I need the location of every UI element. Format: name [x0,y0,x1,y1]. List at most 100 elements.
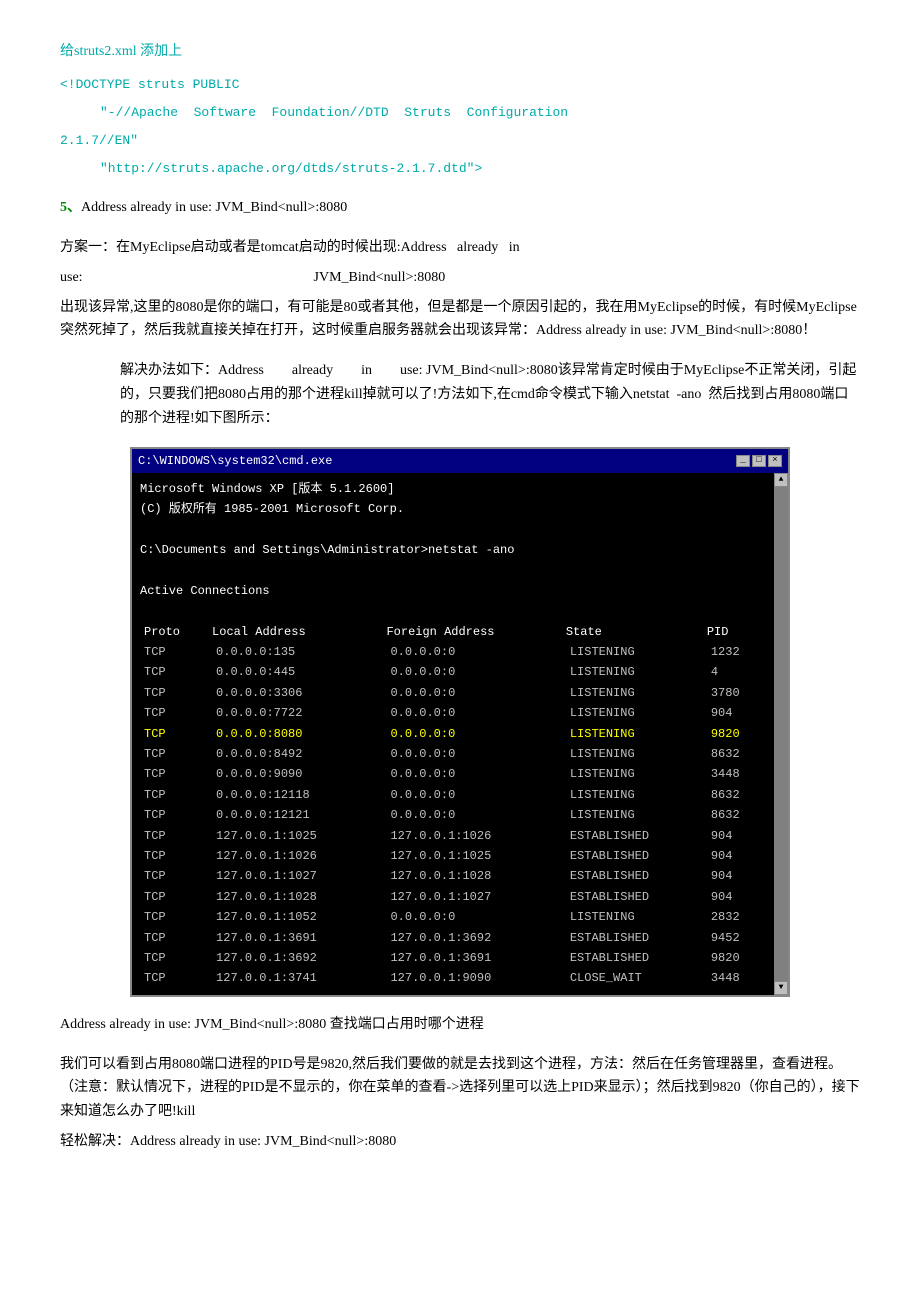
cmd-cell-14-4: 9452 [703,928,766,948]
cmd-caption: Address already in use: JVM_Bind<null>:8… [60,1013,860,1037]
cmd-table-row: TCP127.0.0.1:3692127.0.0.1:3691ESTABLISH… [140,948,766,968]
cmd-cell-6-4: 3448 [703,764,766,784]
solution-para1: 方案一：在MyEclipse启动或者是tomcat启动的时候出现:Address… [60,236,860,260]
cmd-cell-11-2: 127.0.0.1:1028 [382,866,561,886]
cmd-cell-11-4: 904 [703,866,766,886]
cmd-cell-6-3: LISTENING [562,764,703,784]
cmd-cell-5-1: 0.0.0.0:8492 [208,744,382,764]
cmd-line5 [140,561,766,581]
cmd-cell-16-3: CLOSE_WAIT [562,968,703,988]
cmd-cell-11-1: 127.0.0.1:1027 [208,866,382,886]
maximize-button[interactable]: □ [752,455,766,467]
cmd-line6: Active Connections [140,581,766,601]
cmd-cell-15-1: 127.0.0.1:3692 [208,948,382,968]
cmd-window: C:\WINDOWS\system32\cmd.exe _ □ × Micros… [130,447,790,997]
cmd-cell-8-3: LISTENING [562,805,703,825]
cmd-cell-8-0: TCP [140,805,208,825]
cmd-cell-14-2: 127.0.0.1:3692 [382,928,561,948]
cmd-cell-14-1: 127.0.0.1:3691 [208,928,382,948]
cmd-cell-9-3: ESTABLISHED [562,826,703,846]
col-foreign: Foreign Address [382,622,561,642]
cmd-cell-4-2: 0.0.0.0:0 [382,724,561,744]
cmd-cell-3-4: 904 [703,703,766,723]
cmd-cell-12-2: 127.0.0.1:1027 [382,887,561,907]
cmd-cell-3-0: TCP [140,703,208,723]
cmd-table-row: TCP0.0.0.0:80800.0.0.0:0LISTENING9820 [140,724,766,744]
cmd-titlebar: C:\WINDOWS\system32\cmd.exe _ □ × [132,449,788,473]
cmd-content: Microsoft Windows XP [版本 5.1.2600] (C) 版… [132,473,774,995]
cmd-table-header: Proto Local Address Foreign Address Stat… [140,622,766,642]
cmd-cell-0-1: 0.0.0.0:135 [208,642,382,662]
cmd-table-row: TCP127.0.0.1:10520.0.0.0:0LISTENING2832 [140,907,766,927]
cmd-cell-13-1: 127.0.0.1:1052 [208,907,382,927]
scroll-down-button[interactable]: ▼ [774,981,788,995]
cmd-cell-10-3: ESTABLISHED [562,846,703,866]
cmd-table-row: TCP0.0.0.0:4450.0.0.0:0LISTENING4 [140,662,766,682]
solution-para3: 出现该异常,这里的8080是你的端口，有可能是80或者其他，但是都是一个原因引起… [60,296,860,344]
cmd-cell-2-3: LISTENING [562,683,703,703]
cmd-scrollbar[interactable]: ▲ ▼ [774,473,788,995]
cmd-cell-9-0: TCP [140,826,208,846]
cmd-cell-6-2: 0.0.0.0:0 [382,764,561,784]
cmd-cell-16-0: TCP [140,968,208,988]
cmd-table-row: TCP0.0.0.0:77220.0.0.0:0LISTENING904 [140,703,766,723]
cmd-cell-1-0: TCP [140,662,208,682]
cmd-cell-3-1: 0.0.0.0:7722 [208,703,382,723]
cmd-cell-11-0: TCP [140,866,208,886]
final-para1: 我们可以看到占用8080端口进程的PID号是9820,然后我们要做的就是去找到这… [60,1053,860,1124]
cmd-cell-9-2: 127.0.0.1:1026 [382,826,561,846]
cmd-table-row: TCP127.0.0.1:3741127.0.0.1:9090CLOSE_WAI… [140,968,766,988]
cmd-table-row: TCP127.0.0.1:1026127.0.0.1:1025ESTABLISH… [140,846,766,866]
cmd-table-row: TCP127.0.0.1:3691127.0.0.1:3692ESTABLISH… [140,928,766,948]
cmd-cell-1-2: 0.0.0.0:0 [382,662,561,682]
cmd-cell-3-3: LISTENING [562,703,703,723]
cmd-cell-10-4: 904 [703,846,766,866]
cmd-table-row: TCP0.0.0.0:121180.0.0.0:0LISTENING8632 [140,785,766,805]
cmd-cell-6-1: 0.0.0.0:9090 [208,764,382,784]
cmd-cell-12-0: TCP [140,887,208,907]
doctype-line1: <!DOCTYPE struts PUBLIC [60,74,860,96]
section5-heading: 5、Address already in use: JVM_Bind<null>… [60,196,860,220]
cmd-cell-0-2: 0.0.0.0:0 [382,642,561,662]
cmd-cell-2-0: TCP [140,683,208,703]
cmd-cell-14-0: TCP [140,928,208,948]
doctype-section: <!DOCTYPE struts PUBLIC "-//Apache Softw… [60,74,860,180]
final-section: 我们可以看到占用8080端口进程的PID号是9820,然后我们要做的就是去找到这… [60,1053,860,1154]
cmd-cell-5-4: 8632 [703,744,766,764]
cmd-table-row: TCP127.0.0.1:1025127.0.0.1:1026ESTABLISH… [140,826,766,846]
cmd-cell-9-1: 127.0.0.1:1025 [208,826,382,846]
col-local: Local Address [208,622,382,642]
cmd-cell-0-3: LISTENING [562,642,703,662]
cmd-cell-5-2: 0.0.0.0:0 [382,744,561,764]
scroll-up-button[interactable]: ▲ [774,473,788,487]
col-proto: Proto [140,622,208,642]
cmd-cell-4-4: 9820 [703,724,766,744]
solution-indent-para: 解决办法如下：Address already in use: JVM_Bind<… [120,359,860,430]
cmd-table-row: TCP0.0.0.0:33060.0.0.0:0LISTENING3780 [140,683,766,703]
cmd-cell-0-4: 1232 [703,642,766,662]
solution-indent-section: 解决办法如下：Address already in use: JVM_Bind<… [60,359,860,430]
cmd-cell-9-4: 904 [703,826,766,846]
cmd-cell-1-1: 0.0.0.0:445 [208,662,382,682]
cmd-table: Proto Local Address Foreign Address Stat… [140,622,766,989]
cmd-cell-1-4: 4 [703,662,766,682]
minimize-button[interactable]: _ [736,455,750,467]
cmd-cell-8-1: 0.0.0.0:12121 [208,805,382,825]
cmd-cell-7-3: LISTENING [562,785,703,805]
cmd-title: C:\WINDOWS\system32\cmd.exe [138,451,332,471]
cmd-cell-6-0: TCP [140,764,208,784]
intro-section: 给struts2.xml 添加上 [60,40,860,64]
cmd-cell-12-4: 904 [703,887,766,907]
cmd-cell-10-0: TCP [140,846,208,866]
cmd-cell-15-4: 9820 [703,948,766,968]
solution-para2: use: JVM_Bind<null>:8080 [60,266,860,290]
col-state: State [562,622,703,642]
close-button[interactable]: × [768,455,782,467]
cmd-line7 [140,601,766,621]
cmd-controls: _ □ × [736,455,782,467]
cmd-cell-13-0: TCP [140,907,208,927]
solution-section: 方案一：在MyEclipse启动或者是tomcat启动的时候出现:Address… [60,236,860,343]
cmd-table-row: TCP127.0.0.1:1027127.0.0.1:1028ESTABLISH… [140,866,766,886]
cmd-cell-0-0: TCP [140,642,208,662]
cmd-line2: (C) 版权所有 1985-2001 Microsoft Corp. [140,499,766,519]
